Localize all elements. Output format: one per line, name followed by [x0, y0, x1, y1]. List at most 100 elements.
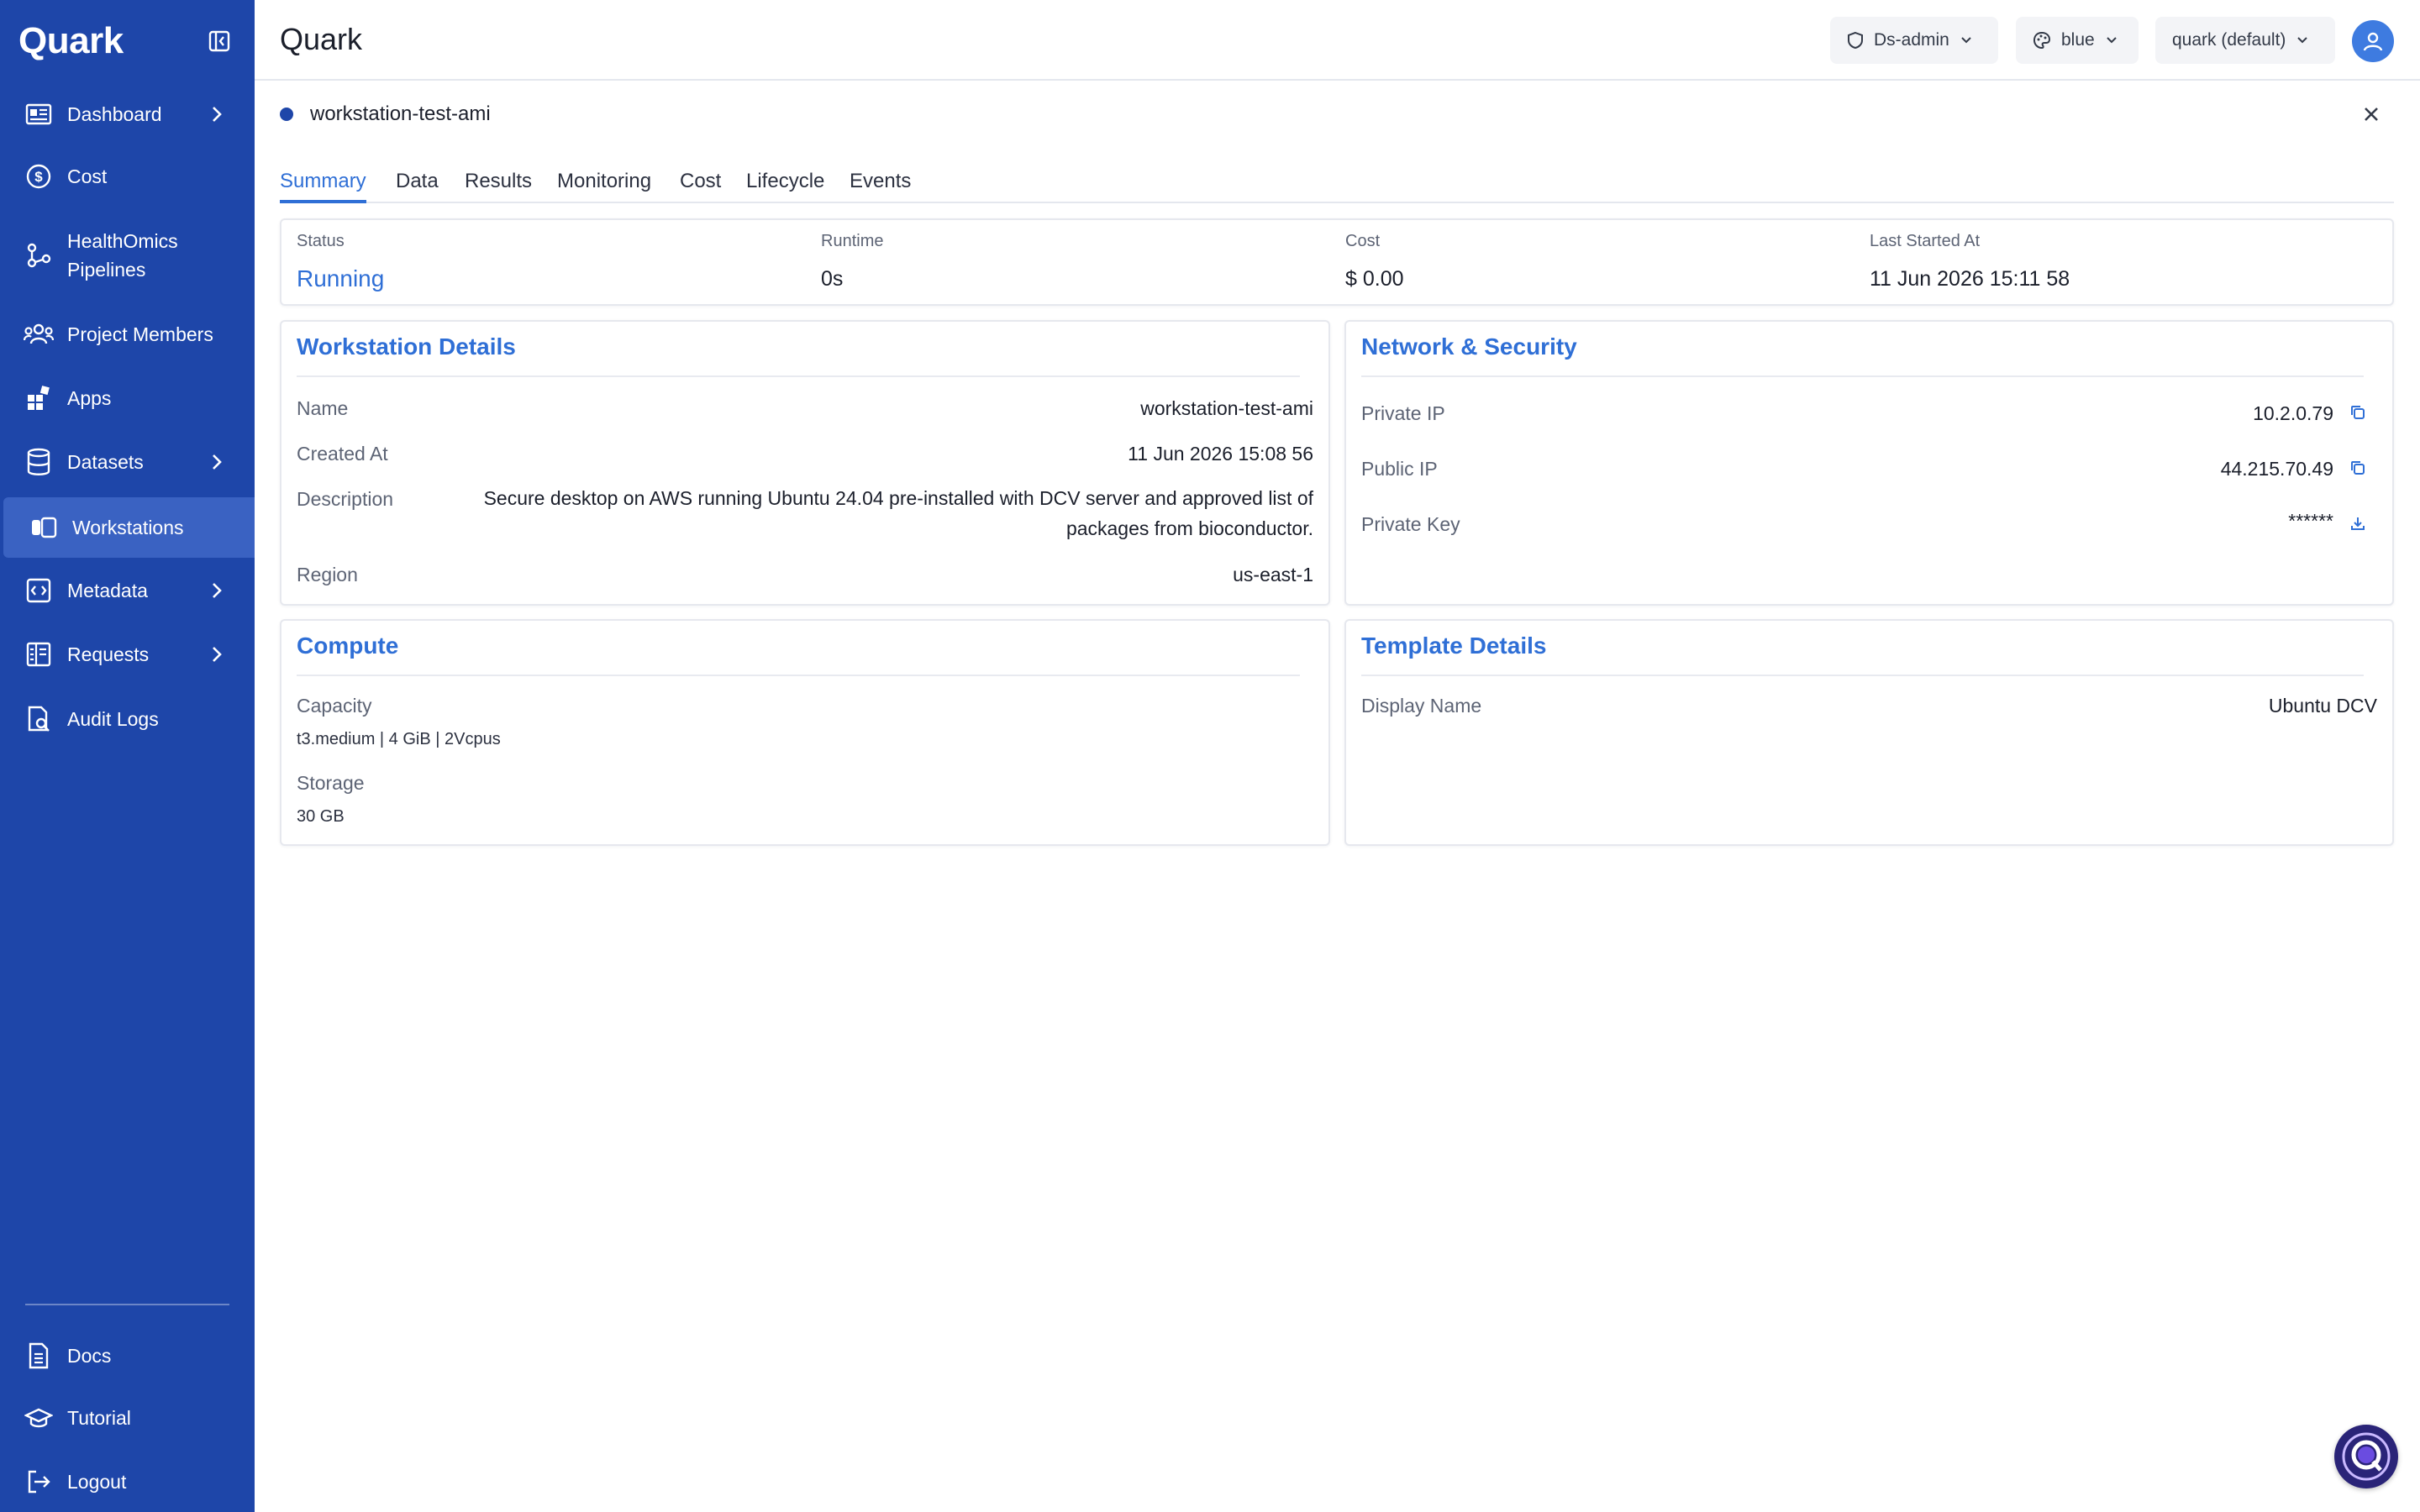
tab-lifecycle[interactable]: Lifecycle — [746, 170, 824, 203]
close-icon — [2365, 108, 2378, 121]
sidebar-item-label: Metadata — [67, 580, 148, 601]
sidebar-item-label: Audit Logs — [67, 708, 159, 730]
close-button[interactable] — [2358, 101, 2385, 128]
pipeline-icon — [24, 240, 54, 270]
sidebar-item-label-line: Pipelines — [67, 259, 146, 281]
sidebar-item-label: Dashboard — [67, 103, 162, 125]
created-at-value: 11 Jun 2026 15:08 56 — [1128, 443, 1313, 465]
sidebar-item-label: Workstations — [72, 517, 184, 538]
page-title: Quark — [280, 22, 363, 56]
detail-tabs: Summary Data Results Monitoring Cost Lif… — [280, 165, 2394, 203]
brand-logo: Quark — [18, 20, 124, 61]
status-dot — [280, 108, 293, 121]
chevron-down-icon — [2106, 37, 2117, 44]
divider — [1361, 675, 2364, 676]
card-title: Workstation Details — [297, 333, 516, 360]
sidebar-item-label: Requests — [67, 643, 150, 665]
tab-events[interactable]: Events — [850, 170, 911, 203]
template-details-card: Template Details Display Name Ubuntu DCV — [1344, 619, 2394, 846]
card-title: Template Details — [1361, 633, 1547, 659]
tab-monitoring[interactable]: Monitoring — [557, 170, 651, 203]
cost-label: Cost — [1345, 232, 1381, 250]
tab-summary[interactable]: Summary — [280, 170, 366, 203]
sidebar-divider — [25, 1304, 229, 1305]
chevron-right-icon — [207, 644, 227, 664]
sidebar-item-project-members[interactable]: Project Members — [0, 304, 255, 365]
private-key-label: Private Key — [1361, 513, 1460, 535]
compute-card: Compute Capacity t3.medium | 4 GiB | 2Vc… — [280, 619, 1330, 846]
private-key-value: ****** — [2288, 510, 2333, 532]
card-title: Compute — [297, 633, 399, 659]
document-icon — [24, 1341, 54, 1371]
help-chat-button[interactable] — [2334, 1425, 2398, 1488]
card-title: Network & Security — [1361, 333, 1577, 360]
sidebar-item-cost[interactable]: $ Cost — [0, 146, 255, 207]
sidebar-item-label: Tutorial — [67, 1407, 131, 1429]
audit-log-icon — [24, 704, 54, 734]
storage-value: 30 GB — [297, 807, 345, 826]
last-started-value: 11 Jun 2026 15:11 58 — [1870, 267, 2070, 291]
sidebar-item-dashboard[interactable]: Dashboard — [0, 84, 255, 144]
user-avatar[interactable] — [2352, 20, 2394, 62]
dashboard-icon — [24, 99, 54, 129]
sidebar-item-audit-logs[interactable]: Audit Logs — [0, 689, 255, 749]
summary-stats-card: Status Running Runtime 0s Cost $ 0.00 La… — [280, 218, 2394, 306]
private-ip-label: Private IP — [1361, 402, 1445, 424]
region-value: us-east-1 — [1233, 564, 1313, 585]
chevron-right-icon — [207, 580, 227, 601]
sidebar-item-workstations[interactable]: Workstations — [3, 497, 255, 558]
region-label: Region — [297, 564, 358, 585]
database-icon — [24, 447, 54, 477]
chevron-right-icon — [207, 452, 227, 472]
sidebar-item-docs[interactable]: Docs — [0, 1326, 255, 1386]
theme-label: blue — [2061, 30, 2095, 50]
copy-private-ip-button[interactable] — [2348, 402, 2368, 423]
download-private-key-button[interactable] — [2348, 513, 2368, 533]
tab-cost[interactable]: Cost — [680, 170, 721, 203]
created-at-label: Created At — [297, 443, 388, 465]
copy-icon — [2351, 406, 2365, 419]
sidebar-item-label: Apps — [67, 387, 112, 409]
sidebar-item-tutorial[interactable]: Tutorial — [0, 1388, 255, 1448]
collapse-sidebar-button[interactable] — [205, 27, 234, 55]
shield-icon — [1848, 31, 1863, 50]
last-started-label: Last Started At — [1870, 232, 1981, 250]
project-selector[interactable]: quark (default) — [2155, 17, 2335, 64]
top-bar: Quark Ds-admin blue quark (default) — [255, 0, 2420, 81]
copy-public-ip-button[interactable] — [2348, 458, 2368, 478]
chevron-down-icon — [2297, 37, 2308, 44]
tab-data[interactable]: Data — [396, 170, 439, 203]
network-security-card: Network & Security Private IP 10.2.0.79 … — [1344, 320, 2394, 606]
sidebar-item-datasets[interactable]: Datasets — [0, 432, 255, 492]
sidebar-item-apps[interactable]: Apps — [0, 368, 255, 428]
private-ip-value: 10.2.0.79 — [2253, 402, 2333, 424]
tab-results[interactable]: Results — [465, 170, 532, 203]
theme-selector[interactable]: blue — [2016, 17, 2139, 64]
divider — [297, 375, 1300, 377]
sidebar-item-logout[interactable]: Logout — [0, 1452, 255, 1512]
cost-value: $ 0.00 — [1345, 267, 1404, 291]
public-ip-value: 44.215.70.49 — [2220, 458, 2333, 480]
role-selector[interactable]: Ds-admin — [1830, 17, 1998, 64]
download-icon — [2351, 517, 2365, 530]
sidebar-item-label: Datasets — [67, 451, 144, 473]
capacity-label: Capacity — [297, 695, 372, 717]
description-label: Description — [297, 488, 394, 510]
sidebar: Quark Dashboard $ Cost HealthOmics Pipel… — [0, 0, 255, 1512]
sidebar-item-metadata[interactable]: Metadata — [0, 560, 255, 621]
status-label: Status — [297, 232, 345, 250]
divider — [1361, 375, 2364, 377]
sidebar-item-label: Project Members — [67, 323, 213, 345]
sidebar-item-requests[interactable]: Requests — [0, 624, 255, 685]
svg-text:$: $ — [34, 169, 43, 185]
sidebar-item-healthomics-pipelines[interactable]: HealthOmics Pipelines — [0, 222, 255, 289]
user-icon — [2363, 32, 2383, 51]
sidebar-item-label: HealthOmics Pipelines — [67, 227, 178, 284]
workstation-title-row: workstation-test-ami — [280, 99, 491, 129]
role-label: Ds-admin — [1874, 30, 1949, 50]
storage-label: Storage — [297, 772, 365, 794]
capacity-value: t3.medium | 4 GiB | 2Vcpus — [297, 730, 501, 748]
collapse-sidebar-icon — [208, 30, 230, 52]
public-ip-label: Public IP — [1361, 458, 1438, 480]
runtime-label: Runtime — [821, 232, 884, 250]
